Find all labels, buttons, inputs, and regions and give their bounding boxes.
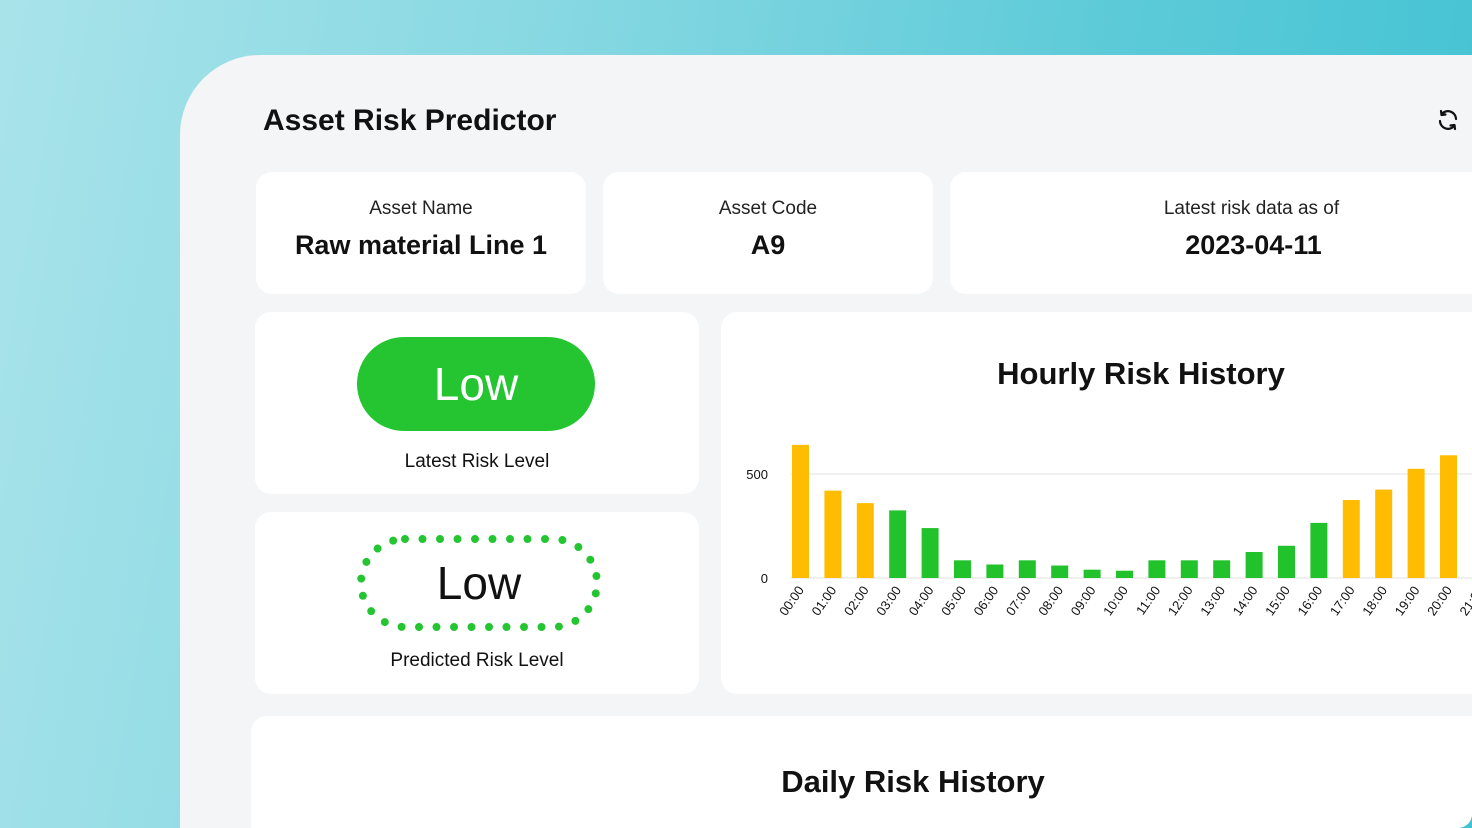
x-tick-label: 00:00 bbox=[776, 583, 807, 618]
x-tick-label: 02:00 bbox=[841, 583, 872, 618]
chart-bar bbox=[1083, 569, 1101, 578]
x-tick-label: 01:00 bbox=[808, 583, 839, 618]
hourly-chart-card: Hourly Risk History 0 500 00:00 01:00 02:00 0… bbox=[721, 312, 1472, 694]
y-tick-label: 0 bbox=[761, 571, 768, 586]
latest-risk-caption: Latest Risk Level bbox=[404, 451, 550, 472]
x-tick-label: 19:00 bbox=[1392, 583, 1423, 618]
predicted-risk-card: Low Predicted Risk Level bbox=[255, 512, 699, 694]
app-frame: Asset Risk Predictor Asset Name Raw mate… bbox=[0, 0, 1472, 828]
chart-bar bbox=[1116, 570, 1133, 578]
x-tick-label: 04:00 bbox=[906, 583, 937, 618]
x-tick-label: 08:00 bbox=[1035, 583, 1066, 618]
latest-risk-badge: Low bbox=[357, 337, 595, 431]
y-tick-label: 500 bbox=[746, 467, 768, 482]
asset-name-card: Asset Name Raw material Line 1 bbox=[256, 172, 586, 294]
chart-bar bbox=[1407, 468, 1425, 578]
x-tick-label: 10:00 bbox=[1100, 583, 1131, 618]
x-tick-label: 16:00 bbox=[1294, 583, 1325, 618]
chart-bar bbox=[824, 490, 842, 578]
chart-bar bbox=[921, 528, 939, 578]
chart-bar bbox=[1180, 560, 1198, 578]
chart-bar bbox=[1278, 545, 1295, 578]
asset-name-value: Raw material Line 1 bbox=[294, 230, 548, 260]
x-tick-label: 05:00 bbox=[938, 583, 969, 618]
chart-bar bbox=[1148, 560, 1166, 578]
daily-chart-title: Daily Risk History bbox=[781, 764, 1045, 799]
latest-date-value: 2023-04-11 bbox=[1185, 230, 1322, 260]
chart-bar bbox=[1051, 565, 1069, 578]
x-tick-label: 17:00 bbox=[1327, 583, 1358, 618]
x-tick-label: 14:00 bbox=[1230, 583, 1261, 618]
asset-name-label: Asset Name bbox=[369, 198, 473, 219]
asset-code-label: Asset Code bbox=[718, 198, 818, 219]
x-tick-label: 03:00 bbox=[873, 583, 904, 618]
daily-chart-card: Daily Risk History bbox=[251, 716, 1472, 828]
refresh-button[interactable] bbox=[1434, 106, 1462, 134]
x-tick-label: 21:00 bbox=[1456, 583, 1472, 618]
chart-bar bbox=[1375, 489, 1393, 578]
latest-risk-card: Low Latest Risk Level bbox=[255, 312, 699, 494]
x-tick-label: 09:00 bbox=[1068, 583, 1099, 618]
predicted-risk-caption: Predicted Risk Level bbox=[390, 650, 564, 671]
asset-code-card: Asset Code A9 bbox=[603, 172, 933, 294]
chart-bar bbox=[1213, 560, 1231, 578]
x-tick-label: 12:00 bbox=[1165, 583, 1196, 618]
refresh-icon bbox=[1438, 109, 1458, 131]
x-tick-label: 20:00 bbox=[1424, 583, 1455, 618]
chart-bar bbox=[954, 560, 971, 578]
chart-bar bbox=[792, 444, 809, 578]
latest-date-label: Latest risk data as of bbox=[1163, 198, 1340, 219]
chart-bar bbox=[1342, 500, 1360, 578]
chart-bar bbox=[889, 510, 907, 578]
chart-bar bbox=[1245, 552, 1263, 578]
predicted-risk-badge: Low bbox=[436, 557, 522, 609]
latest-date-card: Latest risk data as of 2023-04-11 bbox=[950, 172, 1472, 294]
chart-bar bbox=[1310, 522, 1328, 578]
chart-bar bbox=[1018, 560, 1036, 578]
x-tick-label: 11:00 bbox=[1133, 583, 1163, 617]
x-tick-label: 07:00 bbox=[1003, 583, 1034, 618]
chart-bar bbox=[986, 564, 1004, 578]
x-tick-label: 06:00 bbox=[970, 583, 1001, 618]
x-tick-label: 15:00 bbox=[1262, 583, 1293, 618]
chart-bar bbox=[1440, 455, 1457, 578]
x-tick-label: 13:00 bbox=[1197, 583, 1228, 618]
asset-code-value: A9 bbox=[750, 230, 786, 260]
hourly-chart: 050000:00 01:00 02:00 03:00 04:00 05:00 06:00 0… bbox=[746, 444, 1472, 618]
page-title: Asset Risk Predictor bbox=[263, 104, 557, 137]
chart-bar bbox=[856, 503, 874, 578]
x-tick-label: 18:00 bbox=[1359, 583, 1390, 618]
